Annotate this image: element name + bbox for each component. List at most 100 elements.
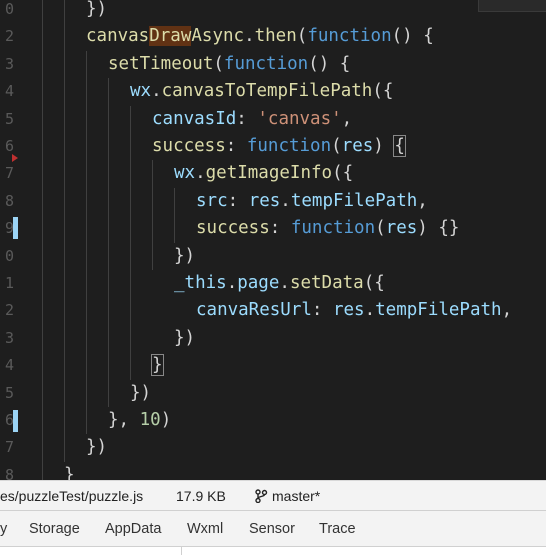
code-line[interactable]: setTimeout(function() { — [108, 51, 350, 78]
tab-appdata[interactable]: AppData — [105, 521, 161, 537]
line-number: 2 — [4, 27, 14, 46]
line-number: 2 — [4, 301, 14, 320]
code-token: canvasId — [152, 108, 237, 129]
code-token: src — [196, 190, 228, 211]
code-token: , — [341, 108, 353, 129]
indent-guide — [152, 160, 153, 270]
code-line[interactable]: }) — [174, 325, 195, 352]
code-token: page — [237, 273, 280, 293]
file-size: 17.9 KB — [176, 488, 226, 504]
code-token: ( — [296, 26, 308, 47]
code-token: res — [332, 300, 365, 321]
code-editor[interactable]: 023456789012345678 }) canvasDrawAsync.the… — [0, 0, 546, 484]
code-token: function — [307, 26, 392, 47]
code-line[interactable]: src: res.tempFilePath, — [196, 188, 428, 215]
code-token: }) — [86, 437, 108, 458]
code-line[interactable]: _this.page.setData({ — [174, 270, 385, 297]
code-token: res — [385, 218, 418, 239]
indent-guide — [64, 0, 65, 462]
file-path[interactable]: es/puzzleTest/puzzle.js — [0, 488, 143, 504]
code-line[interactable]: canvaResUrl: res.tempFilePath, — [196, 297, 512, 324]
code-token: : — [311, 300, 333, 321]
code-token: () { — [308, 53, 351, 74]
tab-wxml[interactable]: Wxml — [187, 521, 223, 537]
code-token: }) — [174, 327, 196, 348]
code-token: res — [248, 190, 281, 211]
code-token: ( — [213, 53, 224, 74]
code-token: . — [364, 300, 376, 321]
fold-arrow-icon[interactable] — [12, 154, 18, 162]
code-line[interactable]: }) — [86, 0, 107, 23]
code-token: } — [151, 354, 164, 377]
code-token: tempFilePath — [375, 300, 502, 321]
indent-guide — [86, 50, 87, 435]
code-token: : — [227, 190, 249, 211]
code-line[interactable]: success: function(res) {} — [196, 215, 459, 242]
code-token: }) — [130, 382, 152, 403]
change-marker — [13, 410, 18, 432]
code-token: then — [254, 26, 297, 47]
code-token: wx — [130, 81, 152, 102]
tab-trace[interactable]: Trace — [319, 521, 356, 537]
code-token: ) {} — [417, 218, 460, 239]
code-token: function — [290, 218, 376, 239]
code-token: ({ — [363, 273, 385, 293]
code-line[interactable]: canvasId: 'canvas', — [152, 106, 352, 133]
line-number: 9 — [4, 219, 14, 238]
code-token: ({ — [372, 81, 394, 102]
code-token: success — [152, 136, 226, 156]
code-line[interactable]: }, 10) — [108, 407, 171, 434]
line-number: 8 — [4, 191, 14, 210]
code-line[interactable]: }) — [130, 380, 151, 407]
line-number: 7 — [4, 438, 14, 457]
tab-partial[interactable]: y — [0, 521, 7, 537]
line-number: 0 — [4, 246, 14, 265]
tab-storage[interactable]: Storage — [29, 521, 80, 537]
code-line[interactable]: wx.canvasToTempFilePath({ — [130, 78, 393, 105]
code-token: : — [225, 136, 247, 156]
indent-guide — [108, 78, 109, 407]
code-line[interactable]: wx.getImageInfo({ — [174, 160, 353, 187]
code-token: success — [196, 218, 270, 239]
code-token: setTimeout — [108, 53, 214, 74]
code-token: function — [223, 53, 309, 74]
branch-name[interactable]: master* — [272, 488, 320, 504]
line-number: 5 — [4, 109, 14, 128]
code-token: 'canvas' — [257, 108, 342, 129]
code-token: ) — [373, 136, 395, 156]
code-token: () { — [391, 26, 434, 47]
code-token: ( — [331, 136, 342, 156]
tab-sensor[interactable]: Sensor — [249, 521, 295, 537]
indent-guide — [174, 187, 175, 243]
line-number: 4 — [4, 82, 14, 101]
code-token: ) — [160, 410, 172, 430]
line-number: 7 — [4, 164, 14, 183]
code-line[interactable]: }) — [86, 434, 107, 461]
code-token: ( — [375, 218, 386, 239]
code-token: canvaResUrl — [196, 300, 312, 321]
status-bar: es/puzzleTest/puzzle.js 17.9 KB master* — [0, 480, 546, 511]
code-token: canvasToTempFilePath — [161, 81, 373, 102]
code-line[interactable]: canvasDrawAsync.then(function() { — [86, 23, 434, 50]
code-token: }) — [174, 245, 196, 266]
line-number: 0 — [4, 0, 14, 18]
code-token: , — [417, 190, 428, 211]
code-token: }, — [108, 410, 140, 430]
code-token: . — [244, 26, 255, 47]
code-token: : — [269, 218, 291, 239]
code-token: getImageInfo — [205, 163, 333, 184]
code-token: , — [501, 300, 513, 321]
code-token: }) — [86, 0, 108, 19]
line-number: 3 — [4, 54, 14, 73]
code-line[interactable]: } — [151, 352, 164, 379]
code-line[interactable]: success: function(res) { — [152, 133, 406, 160]
code-token: Draw — [149, 26, 192, 47]
code-token: { — [393, 135, 406, 157]
line-number: 3 — [4, 328, 14, 347]
indent-guide — [130, 105, 131, 380]
code-token: . — [279, 273, 290, 293]
code-token: canvas — [86, 26, 150, 47]
code-line[interactable]: }) — [174, 243, 195, 270]
indent-guide — [42, 0, 43, 484]
change-marker — [13, 217, 18, 239]
